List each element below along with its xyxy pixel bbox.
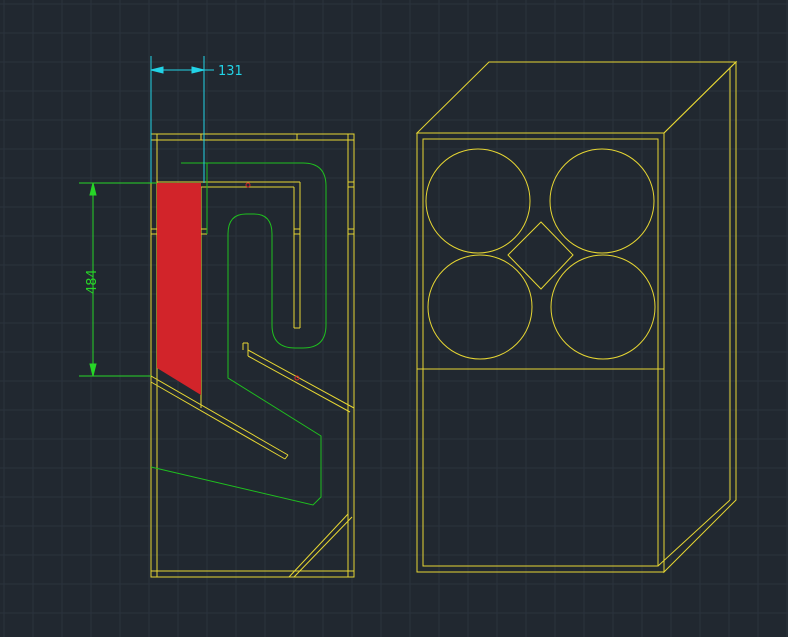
cabinet-top-face (415, 61, 738, 134)
speaker-driver-top-left (425, 148, 531, 254)
corner-brace (288, 513, 349, 578)
speaker-driver-bottom-right (550, 254, 656, 360)
highlighted-chamber (157, 183, 201, 395)
cabinet-3d-view (415, 60, 738, 574)
background-grid (0, 0, 788, 637)
horizontal-dimension-label: 131 (218, 64, 243, 79)
sloped-panel (150, 375, 289, 456)
speaker-driver-top-right (549, 148, 655, 254)
vertical-dimension-label: 484 (85, 269, 100, 294)
cad-drawing-canvas[interactable]: 131 484 (0, 0, 788, 637)
center-port-diamond (507, 221, 574, 290)
speaker-driver-bottom-left (427, 254, 533, 360)
